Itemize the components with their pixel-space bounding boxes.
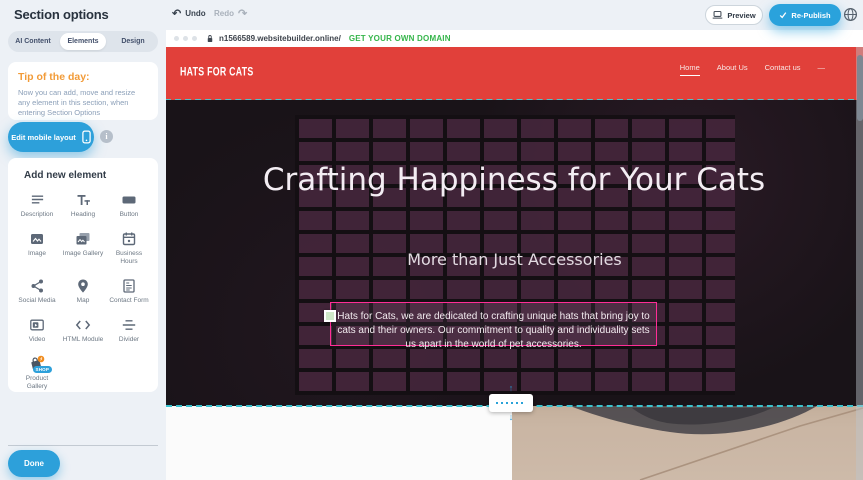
element-item-image-gallery[interactable]: Image Gallery: [60, 230, 106, 266]
divider-icon: [121, 316, 138, 333]
element-item-video[interactable]: Video: [14, 316, 60, 344]
element-item-product-gallery[interactable]: SHOP Product Gallery: [14, 355, 60, 391]
tab-elements[interactable]: Elements: [60, 33, 106, 50]
add-panel-title: Add new element: [14, 170, 152, 181]
video-icon: [29, 316, 46, 333]
undo-icon: ↶: [172, 10, 181, 18]
element-grid: Description Heading Button Image: [14, 191, 152, 391]
element-selection-handle[interactable]: [324, 310, 336, 322]
tab-design[interactable]: Design: [110, 33, 156, 50]
social-media-icon: [29, 277, 46, 294]
element-item-contact-form[interactable]: Contact Form: [106, 277, 152, 305]
republish-button[interactable]: Re-Publish: [769, 4, 841, 26]
redo-icon: ↷: [238, 10, 247, 18]
heading-icon: [75, 191, 92, 208]
description-icon: [29, 191, 46, 208]
undo-button[interactable]: ↶ Undo: [172, 9, 206, 18]
html-module-icon: [75, 316, 92, 333]
element-item-description[interactable]: Description: [14, 191, 60, 219]
nav-contact[interactable]: Contact us: [765, 63, 801, 75]
element-item-heading[interactable]: Heading: [60, 191, 106, 219]
scrollbar-thumb[interactable]: [857, 55, 863, 121]
site-preview-canvas: HATS FOR CATS Home About Us Contact us —…: [166, 47, 863, 480]
element-item-social-media[interactable]: Social Media: [14, 277, 60, 305]
next-section-blank: [166, 406, 512, 480]
site-header: HATS FOR CATS Home About Us Contact us —: [166, 47, 863, 100]
site-nav: Home About Us Contact us —: [680, 63, 825, 76]
nav-more[interactable]: —: [818, 63, 826, 75]
info-icon[interactable]: [100, 130, 113, 143]
contact-form-icon: [121, 277, 138, 294]
element-item-html-module[interactable]: HTML Module: [60, 316, 106, 344]
sidebar-divider: [8, 445, 158, 446]
redo-button[interactable]: Redo ↷: [214, 9, 247, 18]
redo-label: Redo: [214, 9, 234, 18]
nav-home[interactable]: Home: [680, 63, 700, 76]
element-item-image[interactable]: Image: [14, 230, 60, 266]
image-gallery-icon: [75, 230, 92, 247]
site-logo[interactable]: HATS FOR CATS: [180, 66, 254, 79]
nav-about[interactable]: About Us: [717, 63, 748, 75]
browser-address-bar: n1566589.websitebuilder.online/ GET YOUR…: [166, 30, 863, 47]
hero-paragraph-selected[interactable]: Hats for Cats, we are dedicated to craft…: [330, 302, 657, 346]
republish-label: Re-Publish: [791, 11, 830, 20]
preview-device-icon: [712, 10, 723, 20]
globe-icon[interactable]: [843, 7, 858, 22]
hero-paragraph-text: Hats for Cats, we are dedicated to craft…: [337, 311, 649, 350]
done-button[interactable]: Done: [8, 450, 60, 477]
check-icon: [779, 11, 787, 19]
section-options-sidebar: AI Content Elements Design Tip of the da…: [0, 0, 166, 480]
mobile-phone-icon: [82, 130, 91, 144]
sidebar-tabs: AI Content Elements Design: [8, 31, 158, 52]
arrow-down-icon: ↓: [509, 413, 514, 422]
edit-mobile-layout-button[interactable]: Edit mobile layout: [8, 122, 94, 152]
lock-icon: [206, 34, 214, 43]
hero-heading[interactable]: Crafting Happiness for Your Cats: [254, 158, 774, 202]
tip-body: Now you can add, move and resize any ele…: [18, 88, 148, 118]
add-new-element-panel: Add new element Description Heading Butt…: [8, 158, 158, 392]
window-dot: [174, 36, 179, 41]
element-item-business-hours[interactable]: Business Hours: [106, 230, 152, 266]
site-url: n1566589.websitebuilder.online/: [219, 34, 341, 43]
undo-label: Undo: [185, 9, 205, 18]
section-resize-handle[interactable]: ↑ ↓: [489, 394, 533, 412]
image-icon: [29, 230, 46, 247]
drag-dots-icon: [496, 402, 526, 404]
window-dot: [183, 36, 188, 41]
scrollbar-track[interactable]: [856, 47, 863, 480]
element-item-button[interactable]: Button: [106, 191, 152, 219]
window-dot: [192, 36, 197, 41]
get-domain-link[interactable]: GET YOUR OWN DOMAIN: [349, 34, 451, 43]
hero-subheading[interactable]: More than Just Accessories: [166, 250, 863, 269]
business-hours-icon: [121, 230, 138, 247]
preview-label: Preview: [727, 11, 755, 20]
next-section-photo: [512, 406, 863, 480]
map-pin-icon: [75, 277, 92, 294]
preview-button[interactable]: Preview: [705, 5, 763, 25]
tip-title: Tip of the day:: [18, 71, 148, 83]
shop-badge: SHOP: [33, 366, 53, 373]
tip-of-the-day-card: Tip of the day: Now you can add, move an…: [8, 62, 158, 120]
button-icon: [121, 191, 138, 208]
page-title: Section options: [14, 7, 109, 22]
hero-section-selected[interactable]: Crafting Happiness for Your Cats More th…: [166, 100, 863, 406]
edit-mobile-label: Edit mobile layout: [11, 133, 76, 142]
arrow-up-icon: ↑: [509, 384, 514, 393]
element-item-divider[interactable]: Divider: [106, 316, 152, 344]
top-toolbar: Section options ↶ Undo Redo ↷ Preview Re…: [0, 0, 863, 30]
product-gallery-icon: SHOP: [29, 355, 46, 372]
element-item-map[interactable]: Map: [60, 277, 106, 305]
tab-ai-content[interactable]: AI Content: [10, 33, 56, 50]
